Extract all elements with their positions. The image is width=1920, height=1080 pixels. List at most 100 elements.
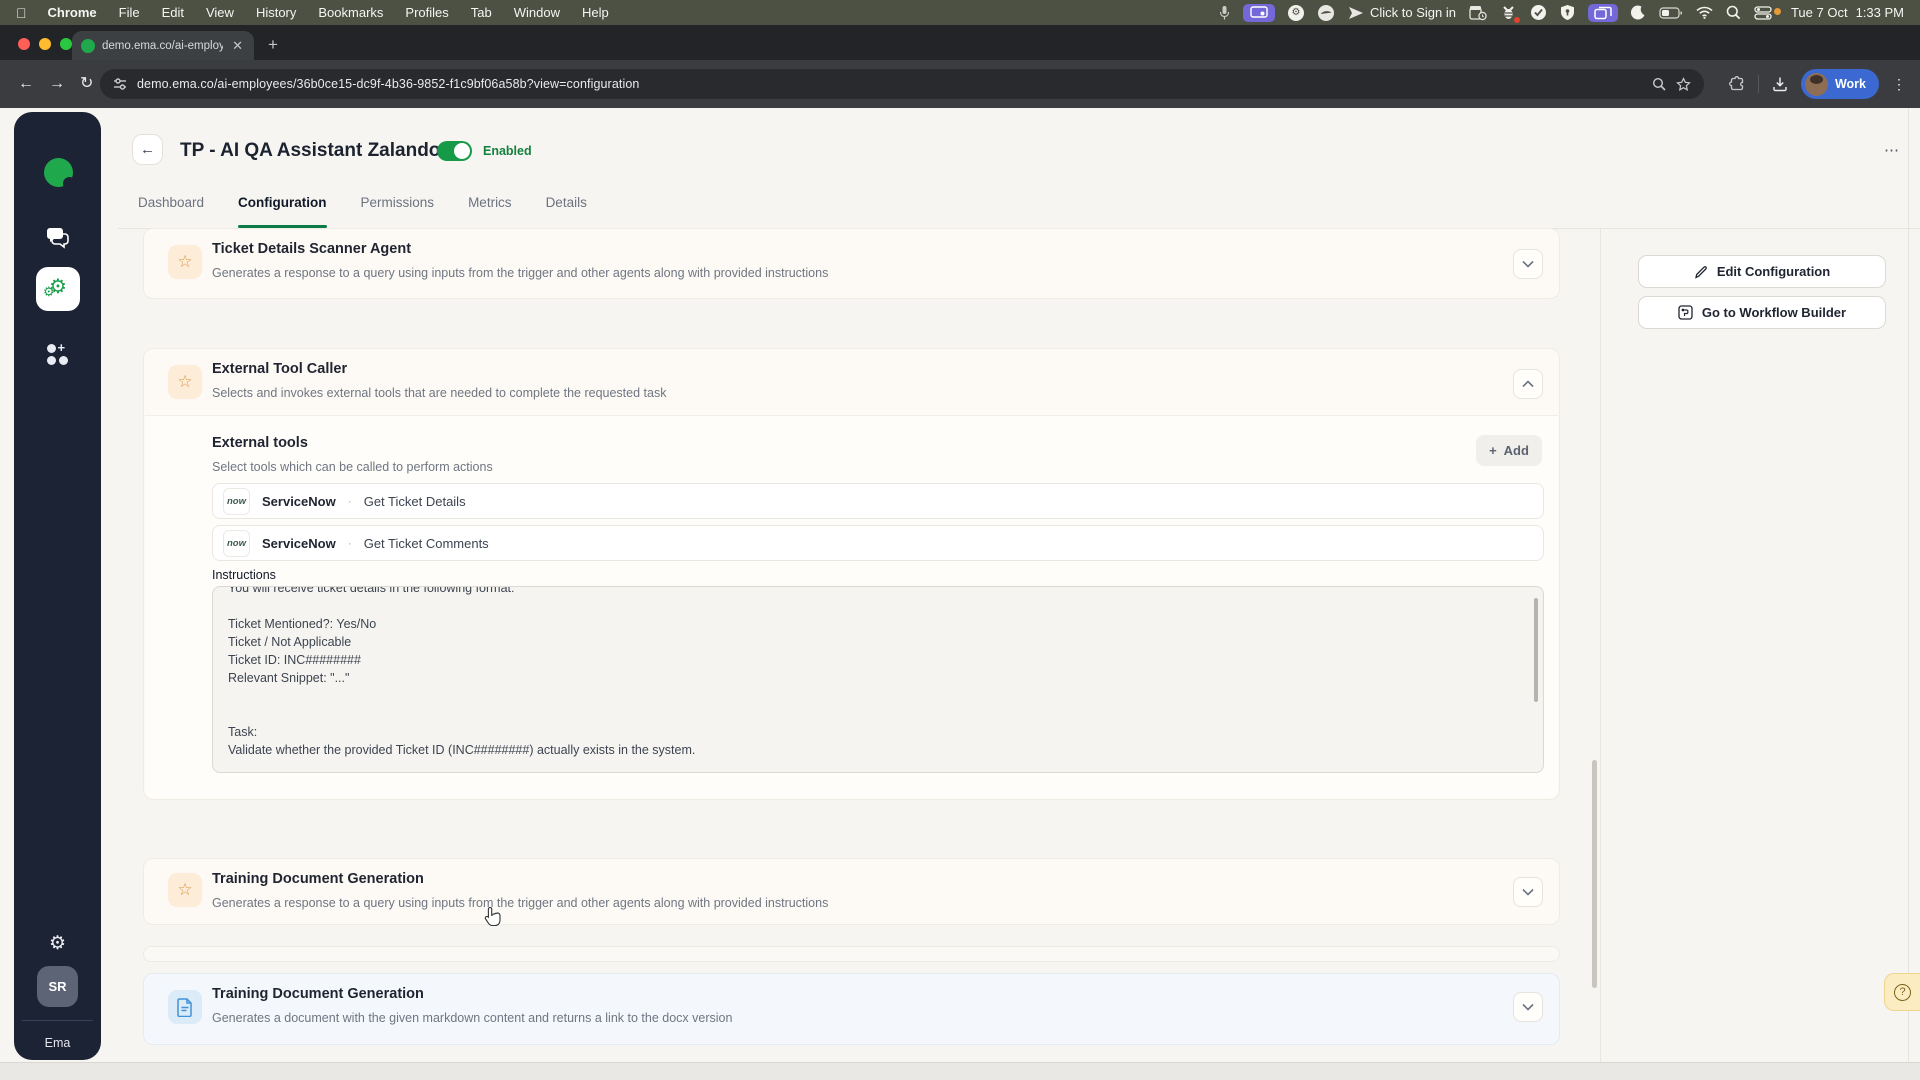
shield-icon[interactable] — [1560, 4, 1575, 22]
menu-chrome[interactable]: Chrome — [37, 5, 108, 20]
textarea-scrollbar[interactable] — [1534, 598, 1538, 702]
package-status-icon[interactable] — [1469, 4, 1487, 22]
add-tool-button[interactable]: + Add — [1476, 435, 1542, 466]
menu-help[interactable]: Help — [571, 5, 620, 20]
focus-moon-icon[interactable] — [1630, 4, 1646, 22]
menu-profiles[interactable]: Profiles — [394, 5, 459, 20]
nav-ai-employees-active[interactable]: ⚙ ⚙ — [36, 267, 80, 311]
tool-name: Get Ticket Comments — [363, 535, 489, 551]
card-description: Selects and invokes external tools that … — [212, 386, 667, 400]
apps-nav-icon[interactable]: + — [14, 340, 101, 366]
new-tab-button[interactable]: + — [268, 35, 278, 55]
sign-in-status[interactable]: Click to Sign in — [1348, 4, 1456, 22]
card-title: Ticket Details Scanner Agent — [212, 241, 412, 257]
tab-dashboard[interactable]: Dashboard — [138, 195, 204, 228]
browser-profile-chip[interactable]: Work — [1800, 69, 1879, 99]
menu-tab[interactable]: Tab — [460, 5, 503, 20]
menu-history[interactable]: History — [245, 5, 307, 20]
check-circle-icon[interactable] — [1530, 4, 1547, 22]
site-settings-icon[interactable] — [113, 77, 127, 91]
browser-menu-icon[interactable]: ⋮ — [1892, 76, 1906, 93]
chat-nav-icon[interactable] — [14, 225, 101, 249]
battery-icon — [1659, 4, 1683, 22]
address-bar[interactable]: demo.ema.co/ai-employees/36b0ce15-dc9f-4… — [100, 69, 1704, 99]
card-description: Generates a document with the given mark… — [212, 1011, 733, 1025]
stage-manager-icon[interactable] — [1587, 3, 1618, 22]
tab-configuration[interactable]: Configuration — [238, 195, 328, 228]
expand-chevron-down-icon[interactable] — [1513, 249, 1543, 279]
user-avatar[interactable]: SR — [37, 966, 78, 1007]
reload-icon[interactable]: ↻ — [80, 74, 93, 94]
screen-share-icon[interactable] — [1242, 3, 1275, 22]
main-scrollbar-thumb[interactable] — [1592, 760, 1597, 988]
wifi-icon[interactable] — [1696, 4, 1713, 22]
external-tools-heading: External tools — [212, 435, 308, 451]
menu-window[interactable]: Window — [503, 5, 571, 20]
card-training-doc-generation-docx[interactable]: Training Document Generation Generates a… — [143, 973, 1560, 1045]
expand-chevron-down-icon[interactable] — [1513, 992, 1543, 1022]
back-nav-icon[interactable]: ← — [18, 74, 34, 94]
document-icon — [168, 990, 202, 1024]
star-agent-icon: ☆ — [168, 873, 202, 907]
page-overflow-menu[interactable]: ⋯ — [1876, 137, 1908, 163]
tab-details[interactable]: Details — [546, 195, 587, 228]
card-external-tool-caller[interactable]: ☆ External Tool Caller Selects and invok… — [143, 348, 1560, 800]
card-ticket-details-scanner[interactable]: ☆ Ticket Details Scanner Agent Generates… — [143, 228, 1560, 299]
card-description: Generates a response to a query using in… — [212, 266, 829, 280]
tab-permissions[interactable]: Permissions — [361, 195, 435, 228]
tool-row-get-ticket-comments[interactable]: now ServiceNow · Get Ticket Comments — [212, 525, 1544, 561]
swoosh-app-icon[interactable] — [1317, 4, 1335, 22]
bookmark-star-icon[interactable] — [1676, 76, 1691, 92]
menu-bar-clock[interactable]: Tue 7 Oct 1:33 PM — [1791, 5, 1904, 20]
downloads-icon[interactable] — [1772, 76, 1788, 92]
settings-nav-icon[interactable]: ⚙ — [14, 932, 101, 955]
instruction-line — [228, 597, 1513, 615]
star-agent-icon: ☆ — [168, 365, 202, 399]
instruction-line — [228, 705, 1513, 723]
spotlight-search-icon[interactable] — [1726, 4, 1741, 22]
instructions-textarea[interactable]: You will receive ticket details in the f… — [212, 586, 1544, 773]
forward-nav-icon[interactable]: → — [49, 74, 65, 94]
microphone-icon[interactable] — [1219, 4, 1230, 22]
bee-status-icon[interactable] — [1500, 4, 1520, 23]
collapse-chevron-up-icon[interactable] — [1513, 369, 1543, 399]
menu-bar-time: 1:33 PM — [1855, 5, 1904, 20]
tab-metrics[interactable]: Metrics — [468, 195, 512, 228]
servicenow-logo: now — [223, 487, 250, 515]
settings-app-icon[interactable]: ⚙ — [1287, 4, 1304, 21]
menu-file[interactable]: File — [108, 5, 151, 20]
workflow-builder-button[interactable]: Go to Workflow Builder — [1638, 296, 1886, 329]
apple-menu-icon[interactable]:  — [16, 5, 27, 21]
plus-icon: + — [1489, 443, 1497, 458]
menu-edit[interactable]: Edit — [151, 5, 195, 20]
zoom-page-icon[interactable] — [1652, 77, 1666, 91]
menu-bookmarks[interactable]: Bookmarks — [307, 5, 394, 20]
minimize-window-button[interactable] — [39, 38, 51, 50]
control-center-icon[interactable] — [1754, 4, 1781, 22]
profile-name: Work — [1834, 77, 1866, 91]
extensions-icon[interactable] — [1729, 76, 1745, 92]
browser-tab[interactable]: demo.ema.co/ai-employees/3 ✕ — [72, 31, 254, 60]
card-training-doc-generation-agent[interactable]: ☆ Training Document Generation Generates… — [143, 858, 1560, 925]
workflow-icon — [1678, 305, 1693, 320]
menu-view[interactable]: View — [195, 5, 245, 20]
edit-configuration-label: Edit Configuration — [1716, 264, 1831, 279]
macos-menu-bar:  Chrome File Edit View History Bookmark… — [0, 0, 1920, 25]
ai-employees-icon: ⚙ ⚙ — [43, 276, 67, 299]
desktop-bottom-strip — [0, 1062, 1920, 1080]
zoom-window-button[interactable] — [60, 38, 72, 50]
enabled-toggle[interactable] — [437, 141, 472, 161]
page-title: TP - AI QA Assistant Zalando — [180, 140, 441, 161]
expand-chevron-down-icon[interactable] — [1513, 877, 1543, 907]
tool-row-get-ticket-details[interactable]: now ServiceNow · Get Ticket Details — [212, 483, 1544, 519]
tab-close-icon[interactable]: ✕ — [230, 38, 245, 54]
browser-toolbar: ← → ↻ demo.ema.co/ai-employees/36b0ce15-… — [0, 60, 1920, 108]
card-title: Training Document Generation — [212, 871, 424, 887]
close-window-button[interactable] — [18, 38, 30, 50]
back-button[interactable]: ← — [132, 134, 163, 165]
help-button[interactable]: ? — [1884, 973, 1920, 1011]
url-text[interactable]: demo.ema.co/ai-employees/36b0ce15-dc9f-4… — [137, 77, 1642, 91]
window-scrollbar-track — [1908, 108, 1909, 1062]
edit-configuration-button[interactable]: Edit Configuration — [1638, 255, 1886, 288]
ema-logo[interactable] — [44, 158, 76, 190]
